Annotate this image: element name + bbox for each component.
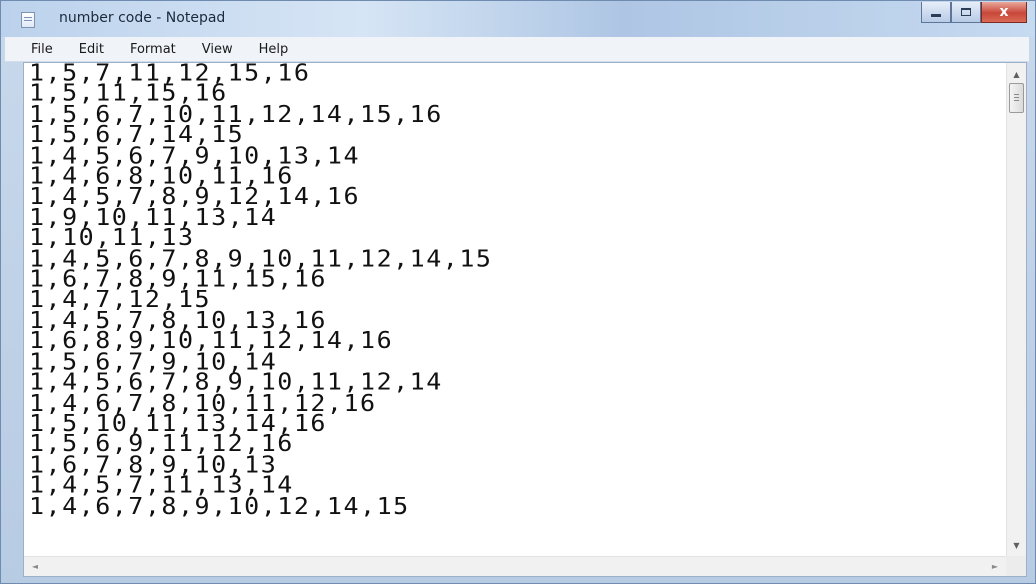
minimize-icon	[931, 13, 941, 17]
maximize-icon	[961, 8, 971, 16]
text-line[interactable]: 1,4,6,7,8,9,10,12,14,15	[29, 494, 1006, 517]
notepad-window: number code - Notepad x File Edit Format…	[0, 0, 1036, 584]
scroll-left-icon[interactable]: ◄	[26, 557, 44, 576]
menu-view[interactable]: View	[190, 42, 245, 57]
menu-help[interactable]: Help	[247, 42, 301, 57]
minimize-button[interactable]	[921, 2, 951, 23]
horizontal-scrollbar[interactable]: ◄ ►	[24, 556, 1006, 576]
menu-edit[interactable]: Edit	[67, 42, 116, 57]
maximize-button[interactable]	[951, 2, 981, 23]
menu-file[interactable]: File	[5, 42, 65, 57]
menu-bar: File Edit Format View Help	[5, 37, 1029, 62]
close-icon: x	[999, 4, 1009, 20]
scroll-right-icon[interactable]: ►	[986, 557, 1004, 576]
scroll-down-icon[interactable]: ▼	[1007, 536, 1026, 554]
scroll-up-icon[interactable]: ▲	[1007, 65, 1026, 83]
vertical-scroll-thumb[interactable]	[1009, 83, 1024, 113]
window-title: number code - Notepad	[59, 10, 226, 26]
notepad-icon[interactable]	[21, 12, 35, 28]
text-content[interactable]: 1,5,7,11,12,15,16 1,5,11,15,16 1,5,6,7,10,…	[24, 63, 1006, 517]
text-editor[interactable]: 1,5,7,11,12,15,16 1,5,11,15,16 1,5,6,7,10,…	[23, 62, 1027, 577]
menu-format[interactable]: Format	[118, 42, 188, 57]
title-bar[interactable]: number code - Notepad x	[1, 1, 1035, 37]
window-controls: x	[921, 2, 1027, 24]
close-button[interactable]: x	[981, 2, 1027, 23]
scrollbar-corner	[1006, 556, 1026, 576]
vertical-scrollbar[interactable]: ▲ ▼	[1006, 63, 1026, 556]
